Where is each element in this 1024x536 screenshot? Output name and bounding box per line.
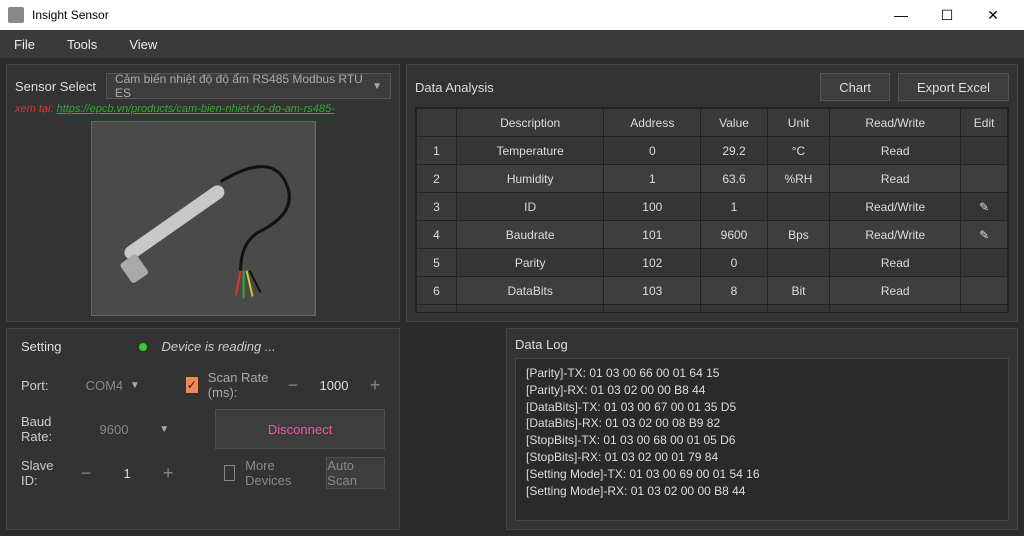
scan-rate-increase[interactable]: + — [365, 375, 385, 395]
sensor-link-line: xem tại: https://epcb.vn/products/cam-bi… — [15, 103, 391, 115]
port-label: Port: — [21, 378, 70, 393]
table-row[interactable]: 4Baudrate1019600BpsRead/Write✎ — [417, 221, 1008, 249]
log-line: [StopBits]-TX: 01 03 00 68 00 01 05 D6 — [526, 432, 998, 449]
more-devices-label: More Devices — [245, 458, 296, 488]
link-prefix: xem tại: — [15, 103, 57, 115]
log-line: [Setting Mode]-RX: 01 03 02 00 00 B8 44 — [526, 483, 998, 500]
disconnect-button[interactable]: Disconnect — [215, 409, 385, 449]
log-line: [Parity]-RX: 01 03 02 00 00 B8 44 — [526, 382, 998, 399]
sensor-link[interactable]: https://epcb.vn/products/cam-bien-nhiet-… — [57, 103, 335, 115]
data-table-wrapper[interactable]: DescriptionAddressValueUnitRead/WriteEdi… — [415, 107, 1009, 313]
col-header[interactable]: Description — [457, 109, 604, 137]
titlebar: Insight Sensor — ☐ ✕ — [0, 0, 1024, 30]
setting-panel: Setting Device is reading ... Port: COM4… — [6, 328, 400, 530]
log-line: [StopBits]-RX: 01 03 02 00 01 79 84 — [526, 449, 998, 466]
log-line: [Parity]-TX: 01 03 00 66 00 01 64 15 — [526, 365, 998, 382]
slave-decrease[interactable]: − — [76, 463, 96, 483]
menu-tools[interactable]: Tools — [61, 33, 103, 56]
log-line: [DataBits]-RX: 01 03 02 00 08 B9 82 — [526, 415, 998, 432]
data-log-panel: Data Log [Parity]-TX: 01 03 00 66 00 01 … — [506, 328, 1018, 530]
col-header[interactable]: Read/Write — [830, 109, 961, 137]
sensor-select-label: Sensor Select — [15, 79, 96, 94]
auto-scan-button[interactable]: Auto Scan — [326, 457, 385, 489]
table-row[interactable]: 3ID1001Read/Write✎ — [417, 193, 1008, 221]
export-excel-button[interactable]: Export Excel — [898, 73, 1009, 101]
slave-value[interactable]: 1 — [102, 466, 152, 481]
sensor-combo-value: Cảm biến nhiệt độ độ ẩm RS485 Modbus RTU… — [115, 72, 372, 100]
data-log-title: Data Log — [515, 337, 1009, 352]
table-row[interactable]: 2Humidity163.6%RHRead — [417, 165, 1008, 193]
slave-increase[interactable]: + — [158, 463, 178, 483]
baud-label: Baud Rate: — [21, 414, 84, 444]
menu-view[interactable]: View — [123, 33, 163, 56]
chart-button[interactable]: Chart — [820, 73, 890, 101]
sensor-select-panel: Sensor Select Cảm biến nhiệt độ độ ẩm RS… — [6, 64, 400, 322]
close-button[interactable]: ✕ — [970, 0, 1016, 30]
data-analysis-title: Data Analysis — [415, 80, 812, 95]
status-indicator-icon — [139, 343, 147, 351]
scan-rate-decrease[interactable]: − — [283, 375, 303, 395]
status-text: Device is reading ... — [161, 339, 275, 354]
data-analysis-panel: Data Analysis Chart Export Excel Descrip… — [406, 64, 1018, 322]
maximize-button[interactable]: ☐ — [924, 0, 970, 30]
scan-rate-label: Scan Rate (ms): — [208, 370, 273, 400]
pencil-icon[interactable]: ✎ — [979, 200, 989, 214]
port-combo[interactable]: COM4▼ — [80, 372, 146, 398]
scan-rate-checkbox[interactable]: ✓ — [186, 377, 198, 393]
pencil-icon[interactable]: ✎ — [979, 228, 989, 242]
menu-file[interactable]: File — [8, 33, 41, 56]
more-devices-checkbox[interactable] — [224, 465, 235, 481]
table-row[interactable]: 7StopBits1041BitRead — [417, 305, 1008, 314]
table-row[interactable]: 1Temperature029.2°CRead — [417, 137, 1008, 165]
col-header[interactable]: Unit — [767, 109, 830, 137]
window-title: Insight Sensor — [32, 8, 878, 22]
chevron-down-icon: ▼ — [130, 380, 140, 391]
chevron-down-icon: ▼ — [372, 81, 382, 92]
minimize-button[interactable]: — — [878, 0, 924, 30]
sensor-combo[interactable]: Cảm biến nhiệt độ độ ẩm RS485 Modbus RTU… — [106, 73, 391, 99]
app-icon — [8, 7, 24, 23]
sensor-image — [91, 121, 316, 316]
table-row[interactable]: 6DataBits1038BitRead — [417, 277, 1008, 305]
table-row[interactable]: 5Parity1020Read — [417, 249, 1008, 277]
chevron-down-icon: ▼ — [159, 424, 169, 435]
log-output[interactable]: [Parity]-TX: 01 03 00 66 00 01 64 15[Par… — [515, 358, 1009, 521]
log-line: [Setting Mode]-TX: 01 03 00 69 00 01 54 … — [526, 466, 998, 483]
scan-rate-value[interactable]: 1000 — [309, 378, 359, 393]
col-header[interactable] — [417, 109, 457, 137]
slave-label: Slave ID: — [21, 458, 66, 488]
col-header[interactable]: Value — [701, 109, 767, 137]
data-table: DescriptionAddressValueUnitRead/WriteEdi… — [416, 108, 1008, 313]
setting-title: Setting — [21, 339, 61, 354]
col-header[interactable]: Address — [604, 109, 701, 137]
baud-combo[interactable]: 9600▼ — [94, 416, 176, 442]
log-line: [DataBits]-TX: 01 03 00 67 00 01 35 D5 — [526, 399, 998, 416]
col-header[interactable]: Edit — [961, 109, 1008, 137]
menubar: File Tools View — [0, 30, 1024, 58]
